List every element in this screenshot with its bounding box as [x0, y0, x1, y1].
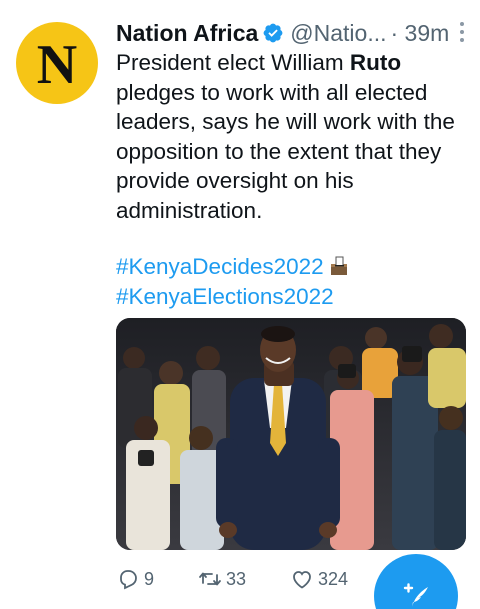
tweet-text: President elect William Ruto pledges to … — [116, 48, 468, 225]
author-avatar[interactable]: N — [16, 22, 98, 104]
hashtag-link[interactable]: #KenyaDecides2022 — [116, 254, 324, 279]
retweet-icon — [199, 572, 221, 586]
author-name[interactable]: Nation Africa — [116, 20, 258, 47]
heart-icon — [293, 571, 311, 589]
photo-illustration — [116, 318, 466, 550]
author-handle[interactable]: @Natio... — [290, 20, 386, 47]
like-count: 324 — [318, 568, 349, 589]
reply-button[interactable]: 9 — [116, 567, 198, 591]
like-button[interactable]: 324 — [290, 567, 348, 591]
tweet-text-part: pledges to work with all elected leaders… — [116, 79, 455, 223]
avatar-letter: N — [36, 34, 78, 96]
retweet-button[interactable]: 33 — [198, 567, 290, 591]
tweet-timestamp[interactable]: · 39m — [391, 20, 450, 47]
ballot-box-emoji — [330, 256, 347, 275]
tweet-text-part: President elect William — [116, 50, 350, 75]
compose-feather-icon — [403, 583, 428, 607]
reply-icon — [120, 570, 137, 590]
retweet-count: 33 — [226, 568, 247, 589]
compose-tweet-button[interactable] — [374, 554, 458, 609]
hashtag-link[interactable]: #KenyaElections2022 — [116, 284, 334, 309]
reply-count: 9 — [144, 568, 155, 589]
hashtag-list: #KenyaDecides2022 #KenyaElections2022 — [116, 252, 468, 311]
verified-badge-icon — [263, 23, 283, 43]
more-options-icon[interactable] — [458, 22, 466, 44]
tweet-actions: 9 33 324 — [116, 566, 376, 592]
tweet-photo[interactable] — [116, 318, 466, 550]
tweet-header: Nation Africa @Natio... · 39m — [116, 16, 466, 50]
tweet-text-bold: Ruto — [349, 50, 402, 75]
